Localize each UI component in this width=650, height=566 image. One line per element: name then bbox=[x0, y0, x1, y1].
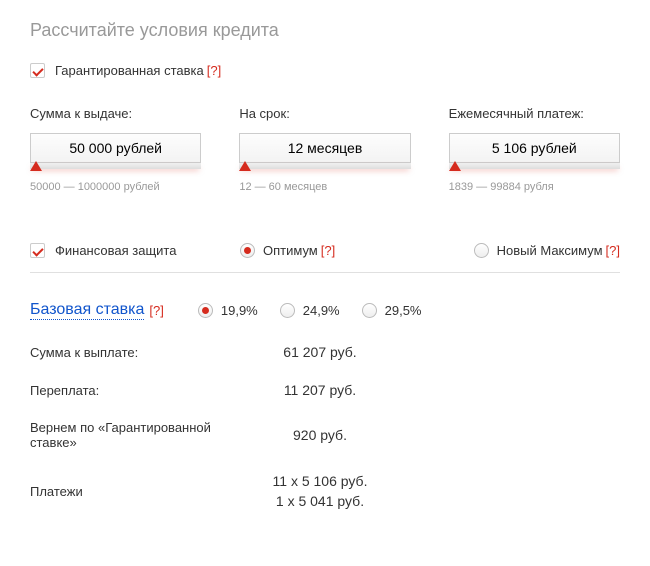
rate-3-label: 29,5% bbox=[385, 303, 422, 318]
payment-label: Ежемесячный платеж: bbox=[449, 106, 620, 121]
payment-range: 1839 — 99884 рубля bbox=[449, 181, 620, 193]
summary-refund: Вернем по «Гарантированной ставке» 920 р… bbox=[30, 420, 620, 450]
help-icon[interactable]: [?] bbox=[606, 243, 620, 258]
protection-checkbox[interactable] bbox=[30, 243, 45, 258]
summary-payments: Платежи 11 x 5 106 руб. 1 x 5 041 руб. bbox=[30, 472, 620, 511]
rate-opt-2[interactable]: 24,9% bbox=[280, 303, 340, 318]
amount-slider: Сумма к выдаче: 50000 — 1000000 рублей bbox=[30, 106, 201, 193]
amount-range: 50000 — 1000000 рублей bbox=[30, 181, 201, 193]
refund-label: Вернем по «Гарантированной ставке» bbox=[30, 420, 240, 450]
payment-track[interactable] bbox=[449, 163, 620, 169]
help-icon[interactable]: [?] bbox=[321, 243, 335, 258]
guaranteed-rate-checkbox[interactable] bbox=[30, 63, 45, 78]
radio-rate-2[interactable] bbox=[280, 303, 295, 318]
rate-2-label: 24,9% bbox=[303, 303, 340, 318]
payments-label: Платежи bbox=[30, 484, 240, 499]
payment-handle[interactable] bbox=[449, 161, 461, 171]
total-label: Сумма к выплате: bbox=[30, 345, 240, 360]
help-icon[interactable]: [?] bbox=[149, 303, 163, 318]
base-rate-row: Базовая ставка [?] 19,9% 24,9% 29,5% bbox=[30, 301, 620, 320]
protection-label: Финансовая защита bbox=[55, 243, 176, 258]
over-label: Переплата: bbox=[30, 383, 240, 398]
payments-line-1: 11 x 5 106 руб. bbox=[240, 472, 400, 492]
radio-newmax[interactable] bbox=[474, 243, 489, 258]
radio-rate-3[interactable] bbox=[362, 303, 377, 318]
help-icon[interactable]: [?] bbox=[207, 63, 221, 78]
sliders-row: Сумма к выдаче: 50000 — 1000000 рублей Н… bbox=[30, 106, 620, 193]
guaranteed-rate-row: Гарантированная ставка [?] bbox=[30, 63, 620, 78]
protection-opt-newmax[interactable]: Новый Максимум [?] bbox=[474, 243, 620, 258]
page-title: Рассчитайте условия кредита bbox=[30, 20, 620, 41]
amount-track[interactable] bbox=[30, 163, 201, 169]
rate-opt-1[interactable]: 19,9% bbox=[198, 303, 258, 318]
amount-input[interactable] bbox=[30, 133, 201, 163]
rate-options: 19,9% 24,9% 29,5% bbox=[198, 303, 444, 318]
term-label: На срок: bbox=[239, 106, 410, 121]
summary-total: Сумма к выплате: 61 207 руб. bbox=[30, 344, 620, 360]
over-value: 11 207 руб. bbox=[240, 382, 400, 398]
summary-overpay: Переплата: 11 207 руб. bbox=[30, 382, 620, 398]
payment-slider: Ежемесячный платеж: 1839 — 99884 рубля bbox=[449, 106, 620, 193]
radio-rate-1[interactable] bbox=[198, 303, 213, 318]
total-value: 61 207 руб. bbox=[240, 344, 400, 360]
rate-opt-3[interactable]: 29,5% bbox=[362, 303, 422, 318]
amount-handle[interactable] bbox=[30, 161, 42, 171]
newmax-label: Новый Максимум bbox=[497, 243, 603, 258]
amount-label: Сумма к выдаче: bbox=[30, 106, 201, 121]
term-track[interactable] bbox=[239, 163, 410, 169]
term-handle[interactable] bbox=[239, 161, 251, 171]
payment-input[interactable] bbox=[449, 133, 620, 163]
base-rate-label[interactable]: Базовая ставка bbox=[30, 301, 144, 320]
protection-row: Финансовая защита Оптимум [?] Новый Макс… bbox=[30, 243, 620, 273]
term-input[interactable] bbox=[239, 133, 410, 163]
protection-opt-optimum[interactable]: Оптимум [?] bbox=[240, 243, 335, 258]
term-range: 12 — 60 месяцев bbox=[239, 181, 410, 193]
payments-line-2: 1 x 5 041 руб. bbox=[240, 492, 400, 512]
protection-checkbox-wrap: Финансовая защита bbox=[30, 243, 240, 258]
guaranteed-rate-label: Гарантированная ставка bbox=[55, 63, 204, 78]
refund-value: 920 руб. bbox=[240, 427, 400, 443]
rate-1-label: 19,9% bbox=[221, 303, 258, 318]
optimum-label: Оптимум bbox=[263, 243, 318, 258]
radio-optimum[interactable] bbox=[240, 243, 255, 258]
term-slider: На срок: 12 — 60 месяцев bbox=[239, 106, 410, 193]
payments-value: 11 x 5 106 руб. 1 x 5 041 руб. bbox=[240, 472, 400, 511]
